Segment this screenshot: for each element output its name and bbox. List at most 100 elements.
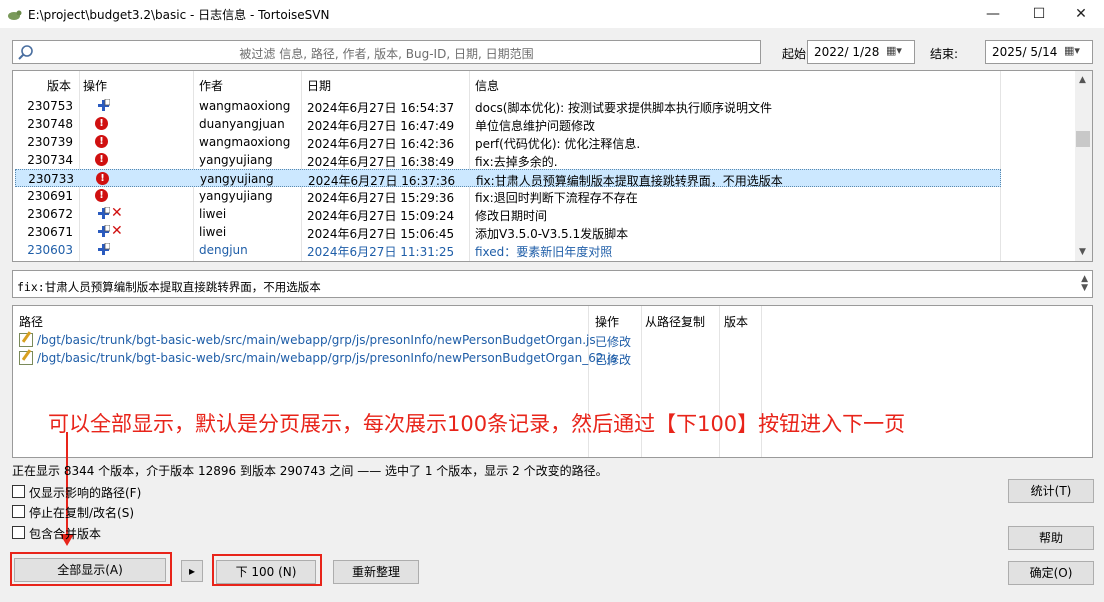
- conflict-action-icon: !: [96, 172, 109, 185]
- checkbox-box[interactable]: [12, 505, 25, 518]
- log-date: 2024年6月27日 15:29:36: [307, 191, 455, 205]
- log-message: 修改日期时间: [475, 209, 548, 223]
- to-date-value: 2025/ 5/14: [992, 45, 1058, 59]
- paths-header-action[interactable]: 操作: [595, 313, 619, 330]
- calendar-dropdown-icon[interactable]: ▦▾: [1064, 44, 1086, 60]
- minimize-button[interactable]: —: [970, 0, 1016, 28]
- checkbox-label: 包含合并版本: [29, 527, 102, 541]
- path-action: 已修改: [595, 353, 632, 367]
- log-row[interactable]: 230672 ✕ liwei 2024年6月27日 15:09:24 修改日期时间: [15, 205, 1001, 223]
- log-message-box[interactable]: fix:甘肃人员预算编制版本提取直接跳转界面，不用选版本 ▲ ▼: [12, 270, 1093, 298]
- path-action: 已修改: [595, 335, 632, 349]
- action-icons: !: [95, 117, 155, 131]
- log-author: yangyujiang: [199, 189, 273, 203]
- checkbox-label: 停止在复制/改名(S): [29, 506, 135, 520]
- log-author: duanyangjuan: [199, 117, 285, 131]
- log-author: yangyujiang: [200, 172, 274, 186]
- log-row[interactable]: 230753 wangmaoxiong 2024年6月27日 16:54:37 doc…: [15, 97, 1001, 115]
- log-date: 2024年6月27日 16:38:49: [307, 155, 455, 169]
- log-message-text: fix:甘肃人员预算编制版本提取直接跳转界面，不用选版本: [17, 280, 321, 294]
- changed-path-row[interactable]: /bgt/basic/trunk/bgt-basic-web/src/main/…: [19, 350, 1079, 368]
- show-all-highlight: [10, 552, 172, 586]
- log-message: 添加V3.5.0-V3.5.1发版脚本: [475, 227, 629, 241]
- log-author: yangyujiang: [199, 153, 273, 167]
- log-row[interactable]: 230603 dengjun 2024年6月27日 11:31:25 fixed：要素…: [15, 241, 1001, 259]
- calendar-dropdown-icon[interactable]: ▦▾: [886, 44, 908, 60]
- log-message: fix:去掉多余的.: [475, 155, 558, 169]
- log-row[interactable]: 230748! duanyangjuan 2024年6月27日 16:47:49 单位…: [15, 115, 1001, 133]
- log-message: fix:退回时判断下流程存不存在: [475, 191, 638, 205]
- log-date: 2024年6月27日 15:06:45: [307, 227, 455, 241]
- column-header-actions[interactable]: 操作: [83, 77, 107, 94]
- modified-file-icon: [19, 333, 33, 347]
- log-date: 2024年6月27日 16:54:37: [307, 101, 455, 115]
- action-icons: [95, 243, 155, 257]
- added-action-icon: [98, 225, 110, 237]
- log-revision: 230739: [27, 135, 73, 149]
- modified-file-icon: [19, 351, 33, 365]
- conflict-action-icon: !: [95, 117, 108, 130]
- log-scrollbar[interactable]: ▲ ▼: [1075, 71, 1092, 261]
- ok-button[interactable]: 确定(O): [1008, 561, 1094, 585]
- statistics-button[interactable]: 统计(T): [1008, 479, 1094, 503]
- column-header-message[interactable]: 信息: [475, 77, 499, 94]
- added-action-icon: [98, 207, 110, 219]
- log-message: 单位信息维护问题修改: [475, 119, 596, 133]
- log-message: perf(代码优化): 优化注释信息.: [475, 137, 641, 151]
- action-icons: !: [95, 135, 155, 149]
- filter-input[interactable]: 被过滤 信息, 路径, 作者, 版本, Bug-ID, 日期, 日期范围: [12, 40, 761, 64]
- column-header-author[interactable]: 作者: [199, 77, 223, 94]
- log-revision: 230691: [27, 189, 73, 203]
- log-row[interactable]: 230671 ✕ liwei 2024年6月27日 15:06:45 添加V3.5.0-…: [15, 223, 1001, 241]
- log-message: docs(脚本优化): 按测试要求提供脚本执行顺序说明文件: [475, 101, 773, 115]
- log-row[interactable]: 230739! wangmaoxiong 2024年6月27日 16:42:36 pe…: [15, 133, 1001, 151]
- checkbox-box[interactable]: [12, 526, 25, 539]
- to-date-picker[interactable]: 2025/ 5/14 ▦▾: [985, 40, 1093, 64]
- log-author: liwei: [199, 207, 227, 221]
- action-icons: !: [95, 189, 155, 203]
- log-revision: 230672: [27, 207, 73, 221]
- log-revision: 230603: [27, 243, 73, 257]
- next-100-highlight: [212, 554, 322, 586]
- filter-placeholder: 被过滤 信息, 路径, 作者, 版本, Bug-ID, 日期, 日期范围: [239, 47, 534, 61]
- checkbox-box[interactable]: [12, 485, 25, 498]
- annotation-text: 可以全部显示，默认是分页展示，每次展示100条记录，然后通过【下100】按钮进入…: [48, 412, 906, 436]
- log-table[interactable]: 版本 操作 作者 日期 信息 230753 wangmaoxiong 2024年6月…: [12, 70, 1093, 262]
- log-author: dengjun: [199, 243, 248, 257]
- paths-header-path[interactable]: 路径: [19, 313, 43, 330]
- from-date-picker[interactable]: 2022/ 1/28 ▦▾: [807, 40, 915, 64]
- log-author: liwei: [199, 225, 227, 239]
- added-action-icon: [98, 243, 110, 255]
- checkbox-label: 仅显示影响的路径(F): [29, 486, 142, 500]
- maximize-button[interactable]: ☐: [1016, 0, 1062, 28]
- log-date: 2024年6月27日 16:47:49: [307, 119, 455, 133]
- log-revision: 230753: [27, 99, 73, 113]
- show-range-dropdown-button[interactable]: ▸: [181, 560, 203, 582]
- conflict-action-icon: !: [95, 189, 108, 202]
- column-header-revision[interactable]: 版本: [21, 77, 71, 94]
- help-button[interactable]: 帮助: [1008, 526, 1094, 550]
- changed-path-row[interactable]: /bgt/basic/trunk/bgt-basic-web/src/main/…: [19, 332, 1079, 350]
- paths-header-revision[interactable]: 版本: [724, 313, 748, 330]
- log-date: 2024年6月27日 16:42:36: [307, 137, 455, 151]
- column-header-date[interactable]: 日期: [307, 77, 331, 94]
- conflict-action-icon: !: [95, 135, 108, 148]
- log-row[interactable]: 230691! yangyujiang 2024年6月27日 15:29:36 fix…: [15, 187, 1001, 205]
- added-action-icon: [98, 99, 110, 111]
- log-revision: 230671: [27, 225, 73, 239]
- log-author: wangmaoxiong: [199, 99, 291, 113]
- refresh-button[interactable]: 重新整理: [333, 560, 419, 584]
- log-author: wangmaoxiong: [199, 135, 291, 149]
- log-revision: 230748: [27, 117, 73, 131]
- action-icons: !: [95, 153, 155, 167]
- log-message: fixed：要素新旧年度对照: [475, 245, 613, 259]
- deleted-action-icon: ✕: [111, 205, 123, 221]
- message-spin-icon[interactable]: ▲ ▼: [1081, 275, 1088, 293]
- log-row[interactable]: 230733! yangyujiang 2024年6月27日 16:37:36 fix…: [15, 169, 1001, 188]
- paths-header-copyfrom[interactable]: 从路径复制: [645, 313, 705, 330]
- action-icons: !: [96, 172, 156, 186]
- window-title: E:\project\budget3.2\basic - 日志信息 - Tort…: [28, 8, 330, 22]
- from-date-value: 2022/ 1/28: [814, 45, 880, 59]
- log-row[interactable]: 230734! yangyujiang 2024年6月27日 16:38:49 fix…: [15, 151, 1001, 169]
- close-button[interactable]: ✕: [1058, 0, 1104, 28]
